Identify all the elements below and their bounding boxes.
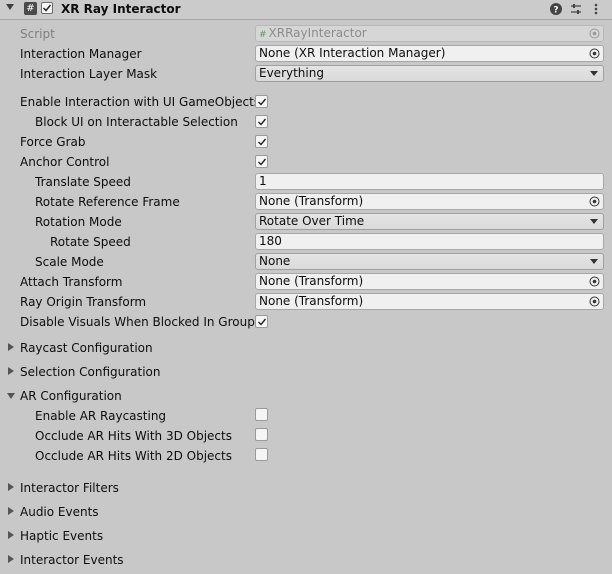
interactor-events-foldout-arrow-icon[interactable]: [8, 555, 14, 563]
disable-visuals-checkbox[interactable]: [255, 315, 268, 328]
script-field: # XRRayInteractor: [255, 25, 604, 42]
audio-foldout-arrow-icon[interactable]: [8, 507, 14, 515]
scale-mode-dropdown[interactable]: None: [255, 253, 604, 270]
rotation-mode-label: Rotation Mode: [35, 215, 122, 229]
foldout-arrow-icon[interactable]: [6, 4, 14, 10]
block-ui-checkbox[interactable]: [255, 115, 268, 128]
checkmark-icon: [258, 118, 267, 126]
occlude-3d-label: Occlude AR Hits With 3D Objects: [35, 429, 232, 443]
anchor-control-checkbox[interactable]: [255, 155, 268, 168]
ar-foldout-arrow-icon[interactable]: [7, 393, 15, 399]
rotation-mode-dropdown[interactable]: Rotate Over Time: [255, 213, 604, 230]
object-picker-icon[interactable]: [589, 48, 600, 59]
rotate-speed-label: Rotate Speed: [50, 235, 131, 249]
rotate-reference-frame-field[interactable]: None (Transform): [255, 193, 604, 210]
ray-origin-transform-label: Ray Origin Transform: [20, 295, 147, 309]
inspector-panel: # XR Ray Interactor ? Script # XRRayInter…: [0, 0, 612, 574]
interaction-layer-mask-value: Everything: [259, 66, 324, 80]
disable-visuals-label: Disable Visuals When Blocked In Group: [20, 315, 255, 329]
interaction-manager-value: None (XR Interaction Manager): [259, 46, 446, 60]
component-enabled-checkbox[interactable]: [41, 2, 53, 14]
translate-speed-value: 1: [259, 174, 267, 188]
filters-foldout-arrow-icon[interactable]: [8, 483, 14, 491]
scale-mode-label: Scale Mode: [35, 255, 104, 269]
occlude-2d-checkbox[interactable]: [255, 448, 268, 461]
ray-origin-transform-value: None (Transform): [259, 294, 364, 308]
block-ui-label: Block UI on Interactable Selection: [35, 115, 238, 129]
rotation-mode-value: Rotate Over Time: [259, 214, 365, 228]
object-picker-icon[interactable]: [589, 196, 600, 207]
enable-ui-label: Enable Interaction with UI GameObjects: [20, 95, 261, 109]
translate-speed-input[interactable]: 1: [255, 173, 604, 190]
help-icon[interactable]: ?: [549, 2, 563, 16]
attach-transform-label: Attach Transform: [20, 275, 123, 289]
occlude-3d-checkbox[interactable]: [255, 428, 268, 441]
script-label: Script: [20, 27, 55, 41]
force-grab-label: Force Grab: [20, 135, 86, 149]
enable-ar-raycasting-label: Enable AR Raycasting: [35, 409, 167, 423]
checkmark-icon: [258, 138, 267, 146]
object-picker-icon[interactable]: [589, 296, 600, 307]
interaction-manager-field[interactable]: None (XR Interaction Manager): [255, 45, 604, 62]
anchor-control-label: Anchor Control: [20, 155, 110, 169]
dropdown-caret-icon: [590, 219, 598, 224]
enable-ui-checkbox[interactable]: [255, 95, 268, 108]
component-title: XR Ray Interactor: [61, 2, 181, 16]
svg-text:?: ?: [553, 6, 558, 16]
force-grab-checkbox[interactable]: [255, 135, 268, 148]
more-options-icon[interactable]: [589, 2, 603, 16]
rotate-reference-frame-label: Rotate Reference Frame: [35, 195, 180, 209]
occlude-2d-label: Occlude AR Hits With 2D Objects: [35, 449, 232, 463]
checkmark-icon: [258, 158, 267, 166]
interaction-manager-label: Interaction Manager: [20, 47, 142, 61]
ar-configuration-foldout[interactable]: AR Configuration: [20, 387, 122, 405]
rotate-speed-value: 180: [259, 234, 282, 248]
attach-transform-value: None (Transform): [259, 274, 364, 288]
rotate-speed-input[interactable]: 180: [255, 233, 604, 250]
object-picker-icon: [589, 28, 600, 39]
interactor-events-foldout[interactable]: Interactor Events: [20, 551, 124, 569]
attach-transform-field[interactable]: None (Transform): [255, 273, 604, 290]
script-file-icon: #: [259, 30, 267, 40]
interactor-filters-foldout[interactable]: Interactor Filters: [20, 479, 119, 497]
audio-events-foldout[interactable]: Audio Events: [20, 503, 99, 521]
scale-mode-value: None: [259, 254, 291, 268]
presets-icon[interactable]: [569, 2, 583, 16]
script-value: XRRayInteractor: [268, 26, 367, 40]
ray-origin-transform-field[interactable]: None (Transform): [255, 293, 604, 310]
component-header[interactable]: # XR Ray Interactor ?: [0, 0, 612, 20]
raycast-configuration-foldout[interactable]: Raycast Configuration: [20, 339, 153, 357]
dropdown-caret-icon: [590, 259, 598, 264]
interaction-layer-mask-dropdown[interactable]: Everything: [255, 65, 604, 82]
checkmark-icon: [258, 318, 267, 326]
haptic-events-foldout[interactable]: Haptic Events: [20, 527, 103, 545]
enable-ar-raycasting-checkbox[interactable]: [255, 408, 268, 421]
script-icon: #: [24, 2, 37, 15]
haptic-foldout-arrow-icon[interactable]: [8, 531, 14, 539]
selection-foldout-arrow-icon[interactable]: [8, 367, 14, 375]
interaction-layer-mask-label: Interaction Layer Mask: [20, 67, 158, 81]
dropdown-caret-icon: [590, 71, 598, 76]
rotate-reference-frame-value: None (Transform): [259, 194, 364, 208]
selection-configuration-foldout[interactable]: Selection Configuration: [20, 363, 161, 381]
raycast-foldout-arrow-icon[interactable]: [8, 343, 14, 351]
checkmark-icon: [258, 98, 267, 106]
object-picker-icon[interactable]: [589, 276, 600, 287]
translate-speed-label: Translate Speed: [35, 175, 131, 189]
